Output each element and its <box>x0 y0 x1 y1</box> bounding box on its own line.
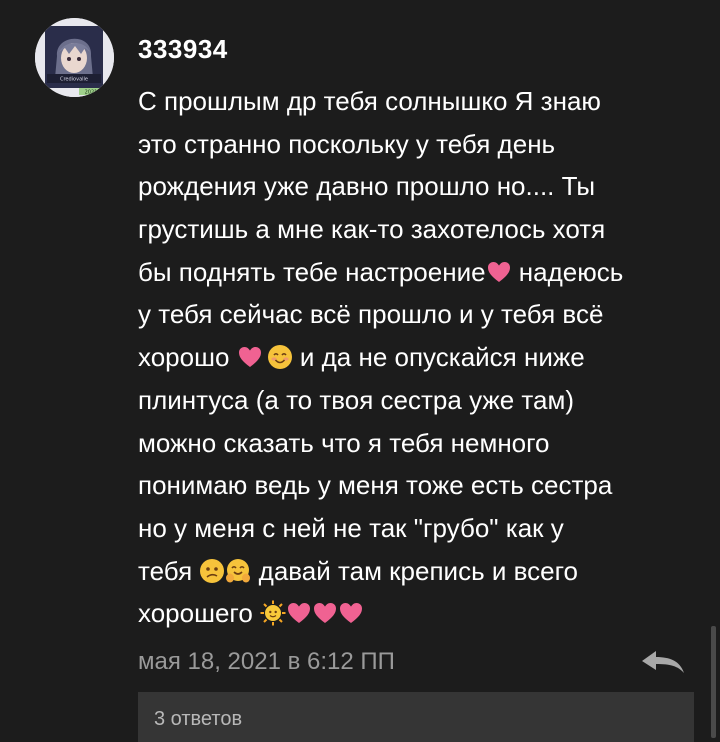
comment-text-segment: тебя <box>138 555 200 586</box>
comment-line: бы поднять тебе настроение надеюсь <box>138 251 698 294</box>
comment-text-segment: хорошего <box>138 598 261 629</box>
comment-line: плинтуса (а то твоя сестра уже там) <box>138 379 698 422</box>
scrollbar[interactable] <box>711 626 716 738</box>
comment-line: но у меня с ней не так "грубо" как у <box>138 507 698 550</box>
comment-text-segment: у тебя сейчас всё прошло и у тебя всё <box>138 299 604 330</box>
comment-text-segment: это странно поскольку у тебя день <box>138 128 556 159</box>
comment-text-segment: и да не опускайся ниже <box>292 342 585 373</box>
comment-line: хорошо и да не опускайся ниже <box>138 336 698 379</box>
comment-text-segment: С прошлым др тебя солнышко Я знаю <box>138 86 601 116</box>
heart-icon <box>338 600 364 626</box>
smiling-face-icon <box>267 344 293 370</box>
comment-text-segment: можно сказать что я тебя немного <box>138 427 550 458</box>
comment-text-segment: рождения уже давно прошло но.... Ты <box>138 171 596 202</box>
comment-line: тебя давай там крепись и всего <box>138 550 698 593</box>
comment-text-segment: но у меня с ней не так "грубо" как у <box>138 512 564 543</box>
comment-line: у тебя сейчас всё прошло и у тебя всё <box>138 293 698 336</box>
comment-line: рождения уже давно прошло но.... Ты <box>138 165 698 208</box>
heart-icon <box>486 259 512 285</box>
comment-text-segment: грустишь а мне как-то захотелось хотя <box>138 214 606 245</box>
avatar-badge: 2021 <box>85 90 98 96</box>
hugging-face-icon <box>225 558 251 584</box>
avatar[interactable]: Crediovalle 2021 <box>35 18 114 97</box>
comment-text: С прошлым др тебя солнышко Я знаю это ст… <box>138 80 698 635</box>
heart-icon <box>237 344 263 370</box>
comment-text-segment: бы поднять тебе настроение <box>138 256 486 287</box>
avatar-caption: Crediovalle <box>60 77 88 83</box>
comment-text-segment: надеюсь <box>511 256 624 287</box>
replies-button[interactable]: 3 ответов <box>138 692 694 742</box>
comment-text-segment: хорошо <box>138 342 237 373</box>
comment-text-segment: давай там крепись и всего <box>251 555 578 586</box>
heart-icon <box>312 600 338 626</box>
sun-face-icon <box>260 600 286 626</box>
comment-line: С прошлым др тебя солнышко Я знаю <box>138 80 698 123</box>
timestamp: мая 18, 2021 в 6:12 ПП <box>138 648 395 675</box>
comment-line: хорошего <box>138 592 698 635</box>
replies-label: 3 ответов <box>154 708 243 730</box>
comment-text-segment: понимаю ведь у меня тоже есть сестра <box>138 470 613 501</box>
heart-icon <box>286 600 312 626</box>
comment-text-segment: плинтуса (а то твоя сестра уже там) <box>138 384 575 415</box>
comment-line: понимаю ведь у меня тоже есть сестра <box>138 464 698 507</box>
comment-card: Crediovalle 2021 333934 С прошлым др теб… <box>0 0 720 742</box>
confused-face-icon <box>199 558 225 584</box>
comment-line: грустишь а мне как-то захотелось хотя <box>138 208 698 251</box>
reply-arrow-icon[interactable] <box>640 648 686 676</box>
avatar-image: Crediovalle 2021 <box>35 18 114 97</box>
comment-line: можно сказать что я тебя немного <box>138 422 698 465</box>
username[interactable]: 333934 <box>138 32 228 66</box>
comment-line: это странно поскольку у тебя день <box>138 123 698 166</box>
